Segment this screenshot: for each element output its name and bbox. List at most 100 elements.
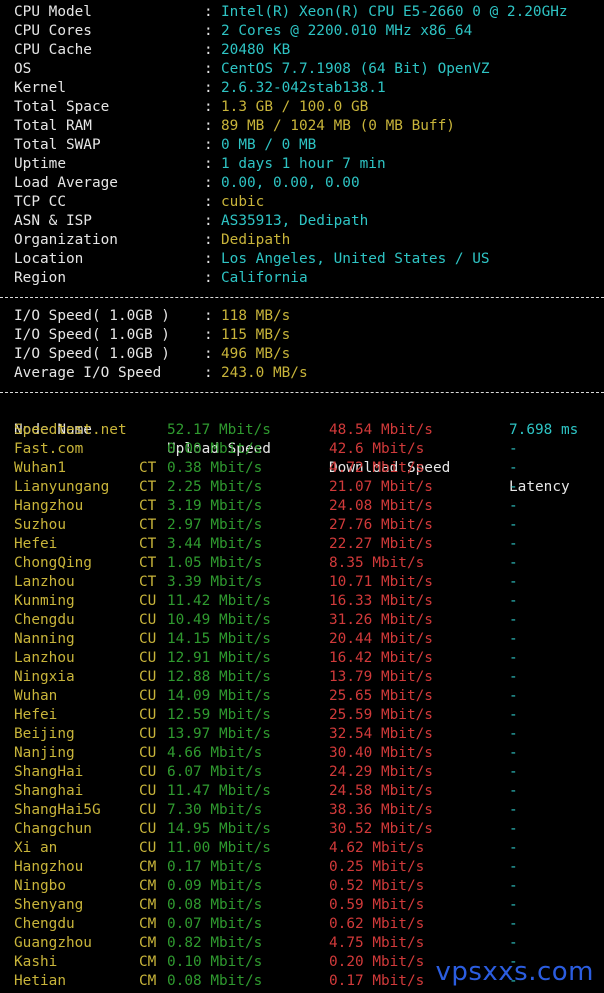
node-name: Lanzhou xyxy=(14,650,75,666)
upload-value: 11.00 Mbit/s xyxy=(167,840,271,856)
isp-code: CT xyxy=(139,479,157,495)
info-key: Total RAM xyxy=(14,118,92,134)
latency-value: - xyxy=(509,783,518,799)
node-name: Chengdu xyxy=(14,916,75,932)
info-row: CPU Model: Intel(R) Xeon(R) CPU E5-2660 0… xyxy=(0,3,604,22)
node-name: Shenyang xyxy=(14,897,84,913)
info-value: Dedipath xyxy=(221,232,291,248)
isp-code: CU xyxy=(139,669,157,685)
speed-row: Guangzhou CM 0.82 Mbit/s 4.75 Mbit/s - xyxy=(0,934,604,953)
latency-value: - xyxy=(509,441,518,457)
download-value: 24.29 Mbit/s xyxy=(329,764,433,780)
download-value: 24.08 Mbit/s xyxy=(329,498,433,514)
isp-code: CU xyxy=(139,650,157,666)
isp-code: CT xyxy=(139,574,157,590)
download-value: 8.35 Mbit/s xyxy=(329,555,425,571)
download-value: 4.72 Mbit/s xyxy=(329,460,425,476)
isp-code: CM xyxy=(139,859,157,875)
upload-value: 0.82 Mbit/s xyxy=(167,935,263,951)
isp-code: CM xyxy=(139,973,157,989)
node-name: Ningxia xyxy=(14,669,75,685)
latency-value: - xyxy=(509,688,518,704)
upload-value: 11.47 Mbit/s xyxy=(167,783,271,799)
info-key: Total SWAP xyxy=(14,137,101,153)
latency-value: - xyxy=(509,821,518,837)
upload-value: 0.10 Mbit/s xyxy=(167,954,263,970)
node-name: Hangzhou xyxy=(14,859,84,875)
speed-row: Lanzhou CT 3.39 Mbit/s 10.71 Mbit/s - xyxy=(0,573,604,592)
node-name: Lianyungang xyxy=(14,479,110,495)
download-value: 21.07 Mbit/s xyxy=(329,479,433,495)
info-colon: : xyxy=(204,232,213,248)
latency-value: - xyxy=(509,897,518,913)
node-name: Ningbo xyxy=(14,878,66,894)
io-colon: : xyxy=(204,346,213,362)
info-value: 0.00, 0.00, 0.00 xyxy=(221,175,360,191)
info-colon: : xyxy=(204,23,213,39)
info-key: OS xyxy=(14,61,32,77)
isp-code: CM xyxy=(139,878,157,894)
node-name: Chengdu xyxy=(14,612,75,628)
upload-value: 1.05 Mbit/s xyxy=(167,555,263,571)
download-value: 20.44 Mbit/s xyxy=(329,631,433,647)
upload-value: 4.66 Mbit/s xyxy=(167,745,263,761)
download-value: 0.52 Mbit/s xyxy=(329,878,425,894)
info-colon: : xyxy=(204,213,213,229)
speed-row: Xi an CU 11.00 Mbit/s 4.62 Mbit/s - xyxy=(0,839,604,858)
latency-value: - xyxy=(509,726,518,742)
info-value: 2 Cores @ 2200.010 MHz x86_64 xyxy=(221,23,473,39)
info-value: AS35913, Dedipath xyxy=(221,213,369,229)
info-value: Los Angeles, United States / US xyxy=(221,251,490,267)
speed-row: ShangHai5G CU 7.30 Mbit/s 38.36 Mbit/s - xyxy=(0,801,604,820)
download-value: 25.65 Mbit/s xyxy=(329,688,433,704)
isp-code: CU xyxy=(139,631,157,647)
node-name: Beijing xyxy=(14,726,75,742)
speed-row: Speedtest.net 52.17 Mbit/s 48.54 Mbit/s 7.6… xyxy=(0,421,604,440)
latency-value: - xyxy=(509,479,518,495)
speed-row: Kunming CU 11.42 Mbit/s 16.33 Mbit/s - xyxy=(0,592,604,611)
info-key: Load Average xyxy=(14,175,118,191)
upload-value: 13.97 Mbit/s xyxy=(167,726,271,742)
speed-row: ShangHai CU 6.07 Mbit/s 24.29 Mbit/s - xyxy=(0,763,604,782)
download-value: 22.27 Mbit/s xyxy=(329,536,433,552)
info-row: Uptime:1 days 1 hour 7 min xyxy=(0,155,604,174)
isp-code: CU xyxy=(139,593,157,609)
info-key: Total Space xyxy=(14,99,110,115)
isp-code: CU xyxy=(139,612,157,628)
isp-code: CT xyxy=(139,517,157,533)
upload-value: 0.09 Mbit/s xyxy=(167,878,263,894)
isp-code: CT xyxy=(139,460,157,476)
node-name: ShangHai xyxy=(14,764,84,780)
download-value: 16.42 Mbit/s xyxy=(329,650,433,666)
info-key: TCP CC xyxy=(14,194,66,210)
upload-value: 6.07 Mbit/s xyxy=(167,764,263,780)
upload-value: 2.97 Mbit/s xyxy=(167,517,263,533)
download-value: 31.26 Mbit/s xyxy=(329,612,433,628)
upload-value: 12.88 Mbit/s xyxy=(167,669,271,685)
info-row: Total RAM:89 MB / 1024 MB (0 MB Buff) xyxy=(0,117,604,136)
download-value: 42.6 Mbit/s xyxy=(329,441,425,457)
info-key: CPU Cache xyxy=(14,42,92,58)
upload-value: 0.08 Mbit/s xyxy=(167,897,263,913)
latency-value: - xyxy=(509,859,518,875)
speed-row: Hangzhou CM 0.17 Mbit/s 0.25 Mbit/s - xyxy=(0,858,604,877)
info-row: Total SWAP:0 MB / 0 MB xyxy=(0,136,604,155)
isp-code: CU xyxy=(139,745,157,761)
upload-value: 0.17 Mbit/s xyxy=(167,859,263,875)
isp-code: CU xyxy=(139,821,157,837)
upload-value: 3.19 Mbit/s xyxy=(167,498,263,514)
speed-row: Ningbo CM 0.09 Mbit/s 0.52 Mbit/s - xyxy=(0,877,604,896)
isp-code: CU xyxy=(139,726,157,742)
download-value: 48.54 Mbit/s xyxy=(329,422,433,438)
latency-value: - xyxy=(509,802,518,818)
upload-value: 12.59 Mbit/s xyxy=(167,707,271,723)
isp-code: CM xyxy=(139,954,157,970)
upload-value: 2.25 Mbit/s xyxy=(167,479,263,495)
upload-value: 3.39 Mbit/s xyxy=(167,574,263,590)
download-value: 30.40 Mbit/s xyxy=(329,745,433,761)
info-key: CPU Model xyxy=(14,4,92,20)
info-value: cubic xyxy=(221,194,265,210)
node-name: Speedtest.net xyxy=(14,422,127,438)
info-value: Intel(R) Xeon(R) CPU E5-2660 0 @ 2.20GHz xyxy=(221,4,568,20)
info-value: 1.3 GB / 100.0 GB xyxy=(221,99,369,115)
